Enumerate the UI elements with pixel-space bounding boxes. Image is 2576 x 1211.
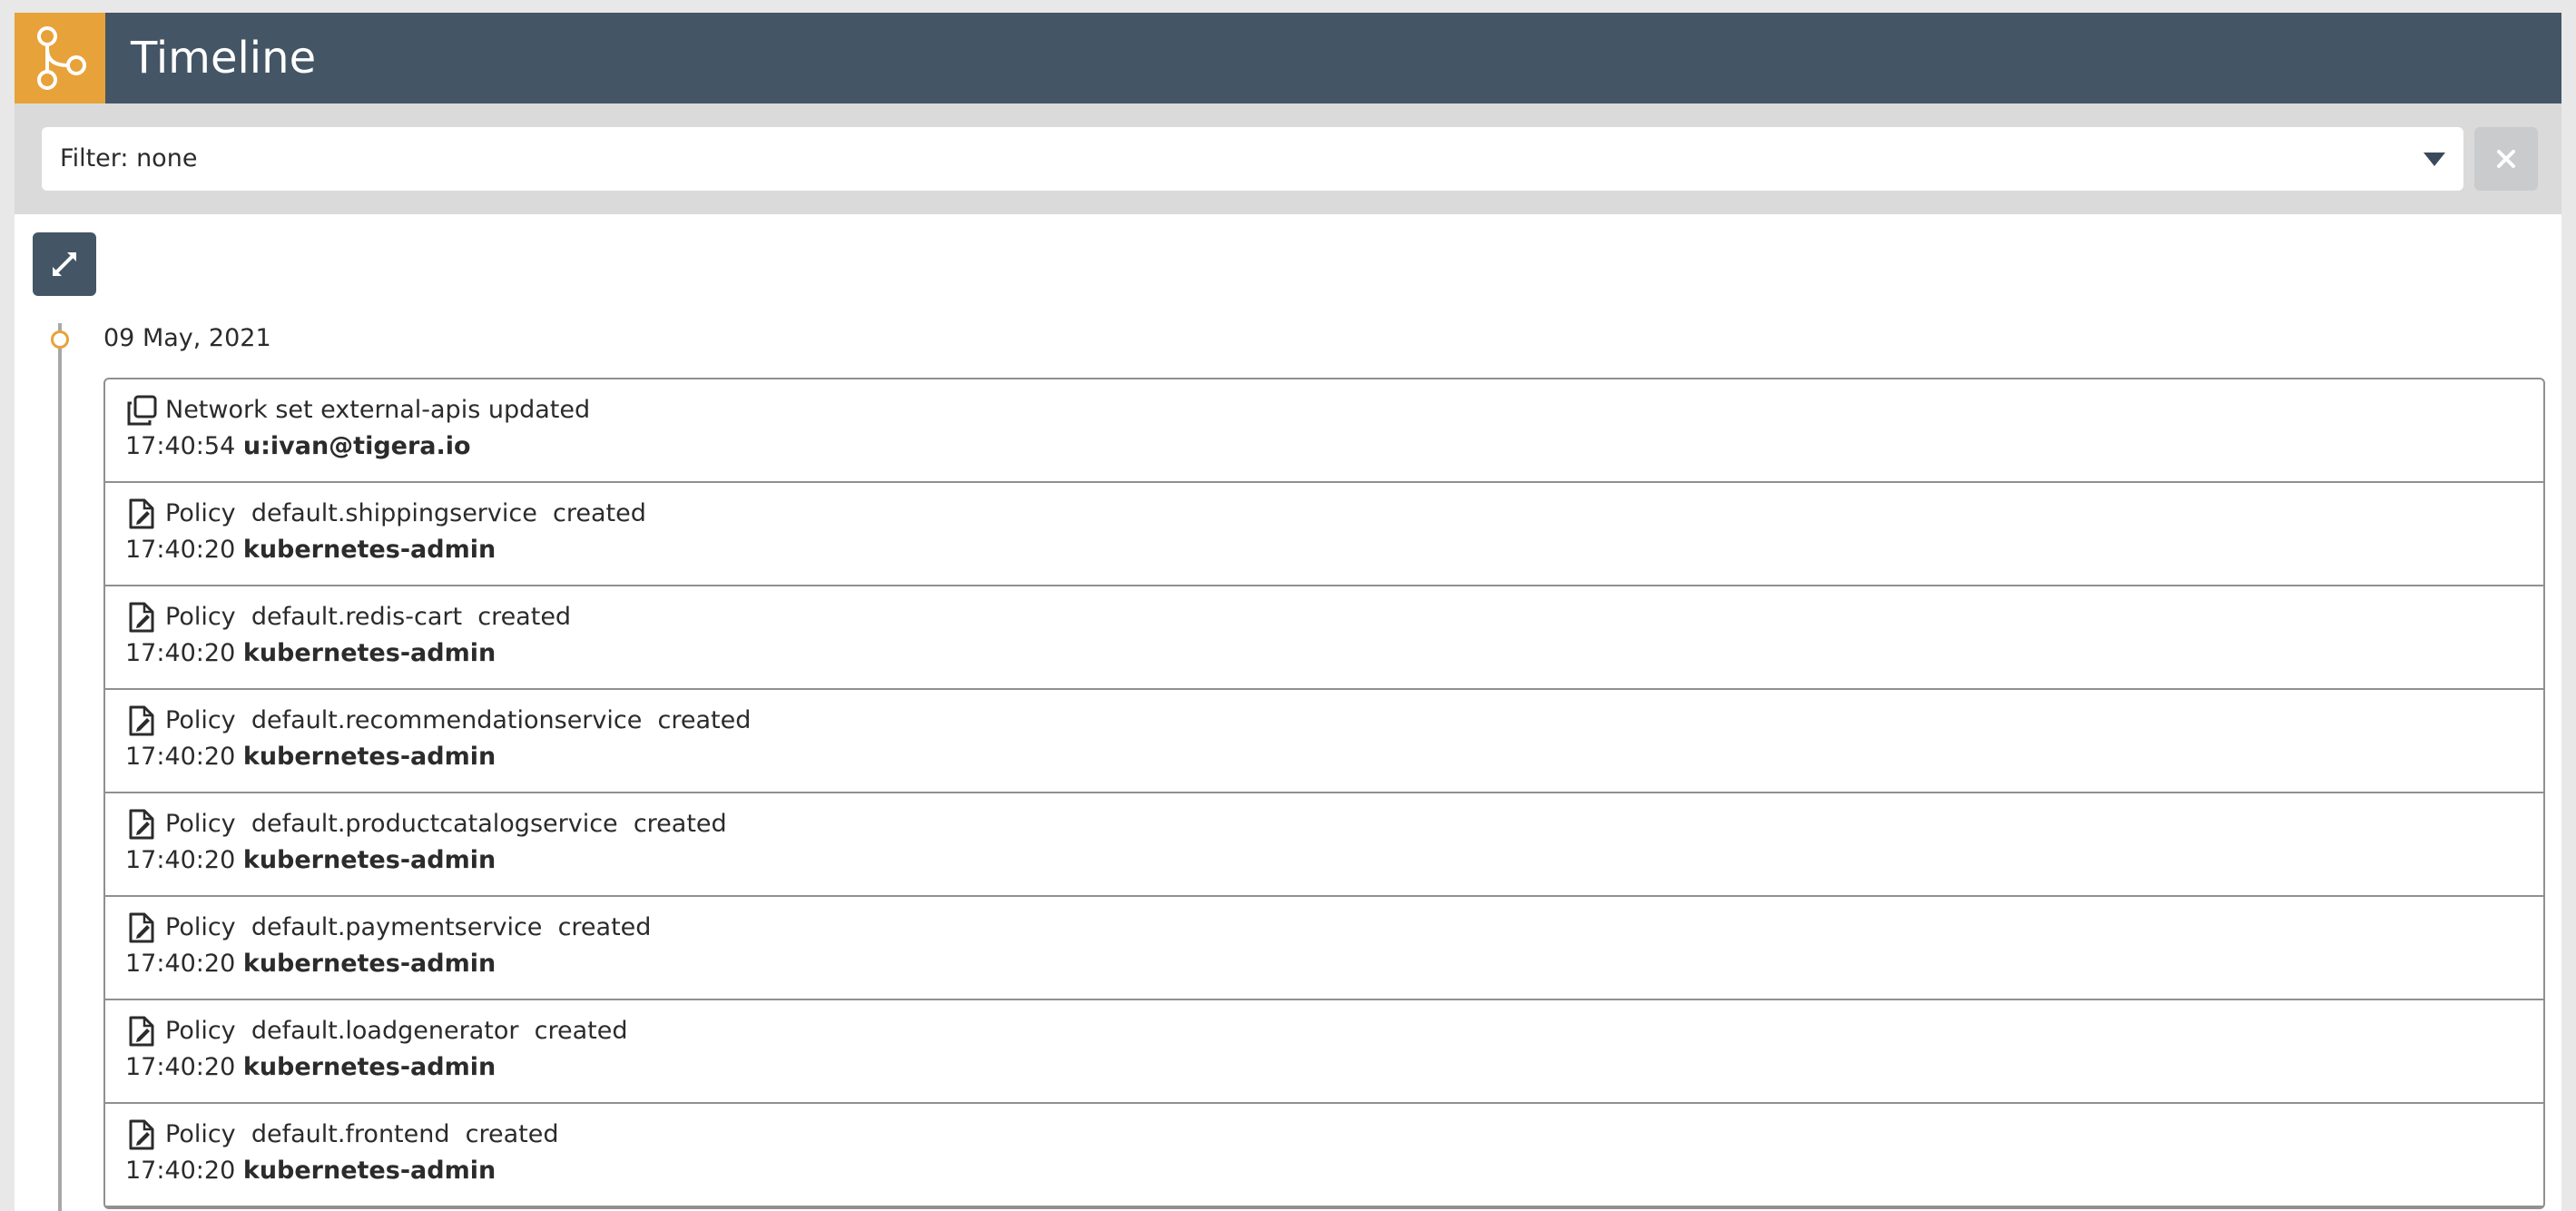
timeline-event[interactable]: Policy default.redis-cart created 17:40:2…	[105, 586, 2543, 690]
event-title: Policy default.paymentservice created	[165, 913, 652, 941]
event-user: kubernetes-admin	[242, 1053, 497, 1081]
clear-filter-button[interactable]	[2474, 127, 2538, 191]
event-meta: 17:40:20 kubernetes-admin	[125, 639, 496, 668]
event-user: kubernetes-admin	[242, 639, 497, 667]
page-title: Timeline	[131, 33, 317, 84]
event-title: Policy default.shippingservice created	[165, 499, 646, 527]
event-title: Policy default.productcatalogservice cre…	[165, 810, 727, 838]
event-title: Policy default.recommendationservice cre…	[165, 706, 752, 734]
timeline-event[interactable]: Policy default.productcatalogservice cre…	[105, 793, 2543, 897]
event-time: 17:40:54	[125, 432, 236, 460]
timeline-event[interactable]: Policy default.loadgenerator created 17:4…	[105, 1000, 2543, 1104]
event-time: 17:40:20	[125, 1157, 236, 1185]
event-user: u:ivan@tigera.io	[242, 432, 471, 460]
event-time: 17:40:20	[125, 536, 236, 564]
caret-down-icon	[2424, 153, 2445, 166]
file-edit-icon	[125, 808, 158, 841]
filter-dropdown[interactable]: Filter: none	[42, 127, 2463, 191]
file-edit-icon	[125, 497, 158, 530]
event-time: 17:40:20	[125, 846, 236, 874]
event-meta: 17:40:20 kubernetes-admin	[125, 743, 496, 772]
event-title: Network set external-apis updated	[165, 396, 591, 424]
event-user: kubernetes-admin	[242, 743, 497, 771]
expand-button[interactable]	[33, 232, 96, 296]
event-user: kubernetes-admin	[242, 950, 497, 978]
header-bar: Timeline	[15, 13, 2561, 103]
event-time: 17:40:20	[125, 1053, 236, 1081]
event-meta: 17:40:20 kubernetes-admin	[125, 536, 496, 565]
timeline-event[interactable]: Network set external-apis updated 17:40:5…	[105, 379, 2543, 483]
event-user: kubernetes-admin	[242, 536, 497, 564]
event-time: 17:40:20	[125, 950, 236, 978]
logo	[15, 13, 105, 103]
event-title: Policy default.redis-cart created	[165, 603, 572, 631]
file-edit-icon	[125, 1015, 158, 1048]
file-edit-icon	[125, 601, 158, 634]
event-meta: 17:40:20 kubernetes-admin	[125, 950, 496, 979]
event-time: 17:40:20	[125, 743, 236, 771]
filter-value: Filter: none	[60, 144, 198, 172]
timeline-marker	[51, 330, 69, 349]
filter-bar: Filter: none	[15, 103, 2561, 214]
event-title: Policy default.frontend created	[165, 1120, 559, 1148]
timeline-line	[58, 323, 62, 1211]
event-list: Network set external-apis updated 17:40:5…	[103, 378, 2545, 1209]
file-edit-icon	[125, 1118, 158, 1151]
event-meta: 17:40:54 u:ivan@tigera.io	[125, 432, 471, 461]
timeline-event[interactable]: Policy default.shippingservice created 17…	[105, 483, 2543, 586]
copy-icon	[125, 394, 158, 427]
event-meta: 17:40:20 kubernetes-admin	[125, 846, 496, 875]
branch-icon	[37, 26, 86, 90]
event-user: kubernetes-admin	[242, 1157, 497, 1185]
event-time: 17:40:20	[125, 639, 236, 667]
event-user: kubernetes-admin	[242, 846, 497, 874]
timeline-event[interactable]: Policy default.paymentservice created 17:…	[105, 897, 2543, 1000]
app-frame: Timeline Filter: none 09 May, 2021 Netwo…	[15, 13, 2561, 1211]
timeline-event[interactable]: Policy default.frontend created 17:40:20 …	[105, 1104, 2543, 1207]
event-meta: 17:40:20 kubernetes-admin	[125, 1053, 496, 1082]
event-title: Policy default.loadgenerator created	[165, 1017, 628, 1045]
file-edit-icon	[125, 704, 158, 737]
close-icon	[2497, 150, 2515, 168]
file-edit-icon	[125, 911, 158, 944]
event-meta: 17:40:20 kubernetes-admin	[125, 1157, 496, 1186]
timeline-event[interactable]: Policy default.recommendationservice cre…	[105, 690, 2543, 793]
timeline-date: 09 May, 2021	[103, 324, 271, 352]
expand-icon	[53, 252, 76, 276]
